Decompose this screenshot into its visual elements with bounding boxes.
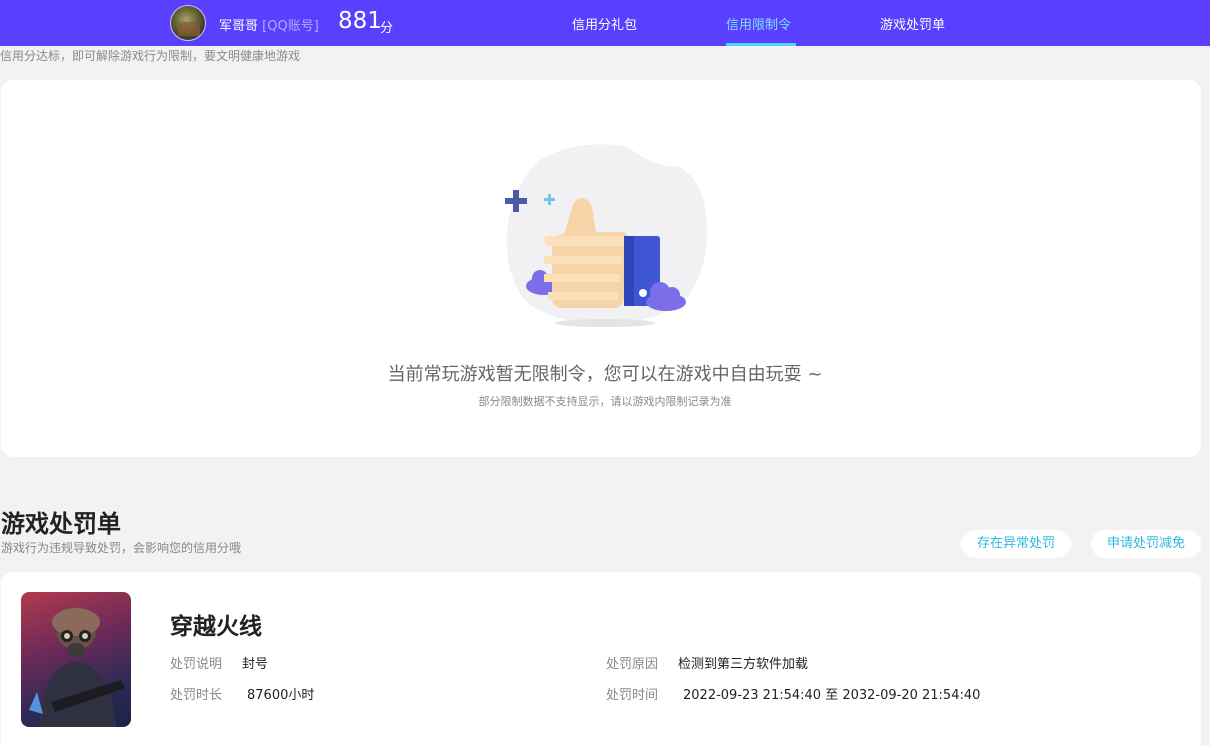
credit-score-unit: 分	[380, 21, 394, 36]
penalty-time-label: 处罚时间	[606, 688, 659, 703]
game-name: 穿越火线	[170, 614, 262, 640]
penalty-reason-label: 处罚原因	[606, 657, 659, 672]
penalty-desc-label: 处罚说明	[170, 657, 223, 672]
restriction-tagline: 信用分达标，即可解除游戏行为限制，要文明健康地游戏	[0, 49, 301, 63]
account-type: [QQ账号]	[262, 19, 319, 34]
top-nav-bar: 军哥哥 [QQ账号] 881 分 信用分礼包 信用限制令 游戏处罚单	[0, 0, 1210, 46]
empty-restriction-note: 部分限制数据不支持显示，请以游戏内限制记录为准	[478, 395, 732, 408]
reduce-penalty-button[interactable]: 申请处罚减免	[1091, 530, 1201, 558]
credit-score: 881	[338, 8, 382, 34]
penalty-section-subtitle: 游戏行为违规导致处罚，会影响您的信用分哦	[1, 541, 242, 555]
tab-credit-gift[interactable]: 信用分礼包	[572, 14, 637, 33]
penalty-duration-label: 处罚时长	[170, 688, 223, 703]
tab-credit-restriction[interactable]: 信用限制令	[726, 14, 791, 33]
active-tab-indicator	[726, 43, 796, 46]
game-cover-image	[21, 592, 131, 727]
penalty-section-title: 游戏处罚单	[1, 510, 121, 538]
thumbs-up-illustration	[505, 143, 708, 327]
penalty-reason-value: 检测到第三方软件加载	[678, 657, 809, 672]
penalty-time-value: 2022-09-23 21:54:40 至 2032-09-20 21:54:4…	[683, 688, 981, 703]
abnormal-penalty-button[interactable]: 存在异常处罚	[961, 530, 1071, 558]
avatar[interactable]	[170, 5, 206, 41]
user-name-label: 军哥哥 [QQ账号]	[219, 15, 319, 34]
empty-restriction-title: 当前常玩游戏暂无限制令，您可以在游戏中自由玩耍 ~	[387, 364, 823, 385]
penalty-desc-value: 封号	[242, 657, 269, 672]
username: 军哥哥	[219, 19, 259, 34]
tab-game-penalty[interactable]: 游戏处罚单	[880, 14, 945, 33]
penalty-duration-value: 87600小时	[247, 688, 315, 703]
